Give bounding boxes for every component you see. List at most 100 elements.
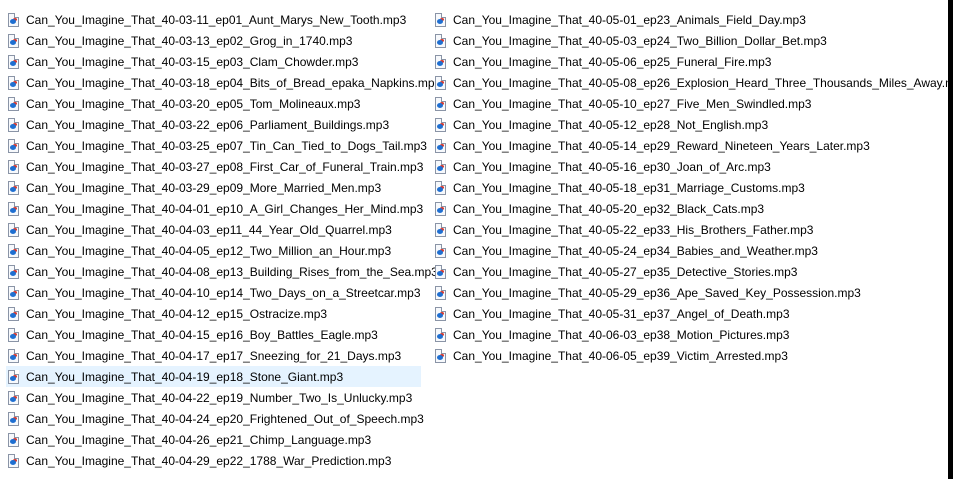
file-column-1: Can_You_Imagine_That_40-03-11_ep01_Aunt_… xyxy=(6,9,441,471)
audio-file-icon xyxy=(435,96,446,111)
file-item[interactable]: Can_You_Imagine_That_40-05-29_ep36_Ape_S… xyxy=(433,282,945,303)
audio-file-icon xyxy=(8,180,19,195)
file-item[interactable]: Can_You_Imagine_That_40-04-10_ep14_Two_D… xyxy=(6,282,421,303)
file-item[interactable]: Can_You_Imagine_That_40-04-17_ep17_Sneez… xyxy=(6,345,421,366)
audio-file-icon xyxy=(8,432,19,447)
file-item[interactable]: Can_You_Imagine_That_40-03-20_ep05_Tom_M… xyxy=(6,93,421,114)
audio-file-icon xyxy=(435,75,446,90)
audio-file-icon xyxy=(8,264,19,279)
file-name: Can_You_Imagine_That_40-06-05_ep39_Victi… xyxy=(453,348,788,363)
file-item[interactable]: Can_You_Imagine_That_40-05-22_ep33_His_B… xyxy=(433,219,945,240)
file-name: Can_You_Imagine_That_40-04-12_ep15_Ostra… xyxy=(26,306,328,321)
file-item[interactable]: Can_You_Imagine_That_40-05-20_ep32_Black… xyxy=(433,198,945,219)
file-item[interactable]: Can_You_Imagine_That_40-06-05_ep39_Victi… xyxy=(433,345,945,366)
audio-file-icon xyxy=(435,222,446,237)
file-name: Can_You_Imagine_That_40-05-14_ep29_Rewar… xyxy=(453,138,870,153)
audio-file-icon xyxy=(8,369,19,384)
file-list-pane: Can_You_Imagine_That_40-03-11_ep01_Aunt_… xyxy=(0,0,953,479)
file-item[interactable]: Can_You_Imagine_That_40-04-24_ep20_Frigh… xyxy=(6,408,424,429)
file-item[interactable]: Can_You_Imagine_That_40-04-22_ep19_Numbe… xyxy=(6,387,421,408)
audio-file-icon xyxy=(435,159,446,174)
file-name: Can_You_Imagine_That_40-05-12_ep28_Not_E… xyxy=(453,117,769,132)
audio-file-icon xyxy=(435,243,446,258)
file-name: Can_You_Imagine_That_40-04-19_ep18_Stone… xyxy=(26,369,344,384)
file-item[interactable]: Can_You_Imagine_That_40-03-18_ep04_Bits_… xyxy=(6,72,441,93)
file-item[interactable]: Can_You_Imagine_That_40-04-26_ep21_Chimp… xyxy=(6,429,421,450)
file-item[interactable]: Can_You_Imagine_That_40-05-12_ep28_Not_E… xyxy=(433,114,945,135)
file-item[interactable]: Can_You_Imagine_That_40-04-08_ep13_Build… xyxy=(6,261,438,282)
file-item[interactable]: Can_You_Imagine_That_40-05-18_ep31_Marri… xyxy=(433,177,945,198)
file-name: Can_You_Imagine_That_40-05-16_ep30_Joan_… xyxy=(453,159,771,174)
audio-file-icon xyxy=(8,96,19,111)
file-name: Can_You_Imagine_That_40-05-31_ep37_Angel… xyxy=(453,306,790,321)
audio-file-icon xyxy=(8,453,19,468)
file-column-2: Can_You_Imagine_That_40-05-01_ep23_Anima… xyxy=(433,9,953,366)
file-item[interactable]: Can_You_Imagine_That_40-05-14_ep29_Rewar… xyxy=(433,135,945,156)
file-name: Can_You_Imagine_That_40-03-25_ep07_Tin_C… xyxy=(26,138,427,153)
file-name: Can_You_Imagine_That_40-05-01_ep23_Anima… xyxy=(453,12,806,27)
audio-file-icon xyxy=(435,201,446,216)
file-item[interactable]: Can_You_Imagine_That_40-05-01_ep23_Anima… xyxy=(433,9,945,30)
file-name: Can_You_Imagine_That_40-04-15_ep16_Boy_B… xyxy=(26,327,378,342)
file-item[interactable]: Can_You_Imagine_That_40-05-10_ep27_Five_… xyxy=(433,93,945,114)
audio-file-icon xyxy=(8,12,19,27)
audio-file-icon xyxy=(8,285,19,300)
file-name: Can_You_Imagine_That_40-04-29_ep22_1788_… xyxy=(26,453,392,468)
audio-file-icon xyxy=(435,54,446,69)
file-name: Can_You_Imagine_That_40-03-27_ep08_First… xyxy=(26,159,424,174)
audio-file-icon xyxy=(435,180,446,195)
audio-file-icon xyxy=(8,75,19,90)
file-name: Can_You_Imagine_That_40-05-03_ep24_Two_B… xyxy=(453,33,827,48)
audio-file-icon xyxy=(435,285,446,300)
file-item[interactable]: Can_You_Imagine_That_40-05-06_ep25_Funer… xyxy=(433,51,945,72)
file-item[interactable]: Can_You_Imagine_That_40-04-03_ep11_44_Ye… xyxy=(6,219,421,240)
window-edge xyxy=(948,0,953,479)
file-item[interactable]: Can_You_Imagine_That_40-04-01_ep10_A_Gir… xyxy=(6,198,424,219)
file-name: Can_You_Imagine_That_40-05-29_ep36_Ape_S… xyxy=(453,285,861,300)
audio-file-icon xyxy=(8,159,19,174)
audio-file-icon xyxy=(435,327,446,342)
file-item[interactable]: Can_You_Imagine_That_40-03-25_ep07_Tin_C… xyxy=(6,135,427,156)
file-item[interactable]: Can_You_Imagine_That_40-05-31_ep37_Angel… xyxy=(433,303,945,324)
audio-file-icon xyxy=(8,33,19,48)
file-item[interactable]: Can_You_Imagine_That_40-03-13_ep02_Grog_… xyxy=(6,30,421,51)
audio-file-icon xyxy=(435,33,446,48)
file-item[interactable]: Can_You_Imagine_That_40-03-15_ep03_Clam_… xyxy=(6,51,421,72)
audio-file-icon xyxy=(8,306,19,321)
audio-file-icon xyxy=(8,222,19,237)
audio-file-icon xyxy=(435,117,446,132)
file-name: Can_You_Imagine_That_40-04-05_ep12_Two_M… xyxy=(26,243,392,258)
file-name: Can_You_Imagine_That_40-04-22_ep19_Numbe… xyxy=(26,390,413,405)
file-name: Can_You_Imagine_That_40-05-20_ep32_Black… xyxy=(453,201,765,216)
file-item[interactable]: Can_You_Imagine_That_40-03-27_ep08_First… xyxy=(6,156,424,177)
file-item[interactable]: Can_You_Imagine_That_40-04-15_ep16_Boy_B… xyxy=(6,324,421,345)
audio-file-icon xyxy=(8,117,19,132)
file-name: Can_You_Imagine_That_40-03-15_ep03_Clam_… xyxy=(26,54,359,69)
file-name: Can_You_Imagine_That_40-05-10_ep27_Five_… xyxy=(453,96,812,111)
file-name: Can_You_Imagine_That_40-04-03_ep11_44_Ye… xyxy=(26,222,392,237)
file-item[interactable]: Can_You_Imagine_That_40-05-08_ep26_Explo… xyxy=(433,72,953,93)
file-item[interactable]: Can_You_Imagine_That_40-03-11_ep01_Aunt_… xyxy=(6,9,421,30)
file-name: Can_You_Imagine_That_40-03-13_ep02_Grog_… xyxy=(26,33,353,48)
file-item[interactable]: Can_You_Imagine_That_40-06-03_ep38_Motio… xyxy=(433,324,945,345)
file-item[interactable]: Can_You_Imagine_That_40-03-22_ep06_Parli… xyxy=(6,114,421,135)
file-item[interactable]: Can_You_Imagine_That_40-05-24_ep34_Babie… xyxy=(433,240,945,261)
file-item[interactable]: Can_You_Imagine_That_40-04-19_ep18_Stone… xyxy=(6,366,421,387)
file-item[interactable]: Can_You_Imagine_That_40-05-03_ep24_Two_B… xyxy=(433,30,945,51)
file-name: Can_You_Imagine_That_40-04-26_ep21_Chimp… xyxy=(26,432,372,447)
file-name: Can_You_Imagine_That_40-04-24_ep20_Frigh… xyxy=(26,411,424,426)
audio-file-icon xyxy=(8,348,19,363)
file-item[interactable]: Can_You_Imagine_That_40-03-29_ep09_More_… xyxy=(6,177,421,198)
audio-file-icon xyxy=(8,138,19,153)
file-item[interactable]: Can_You_Imagine_That_40-04-05_ep12_Two_M… xyxy=(6,240,421,261)
audio-file-icon xyxy=(8,411,19,426)
file-name: Can_You_Imagine_That_40-03-20_ep05_Tom_M… xyxy=(26,96,361,111)
file-name: Can_You_Imagine_That_40-05-18_ep31_Marri… xyxy=(453,180,805,195)
file-item[interactable]: Can_You_Imagine_That_40-04-12_ep15_Ostra… xyxy=(6,303,421,324)
file-item[interactable]: Can_You_Imagine_That_40-05-16_ep30_Joan_… xyxy=(433,156,945,177)
file-name: Can_You_Imagine_That_40-05-06_ep25_Funer… xyxy=(453,54,772,69)
file-item[interactable]: Can_You_Imagine_That_40-04-29_ep22_1788_… xyxy=(6,450,421,471)
audio-file-icon xyxy=(435,348,446,363)
file-item[interactable]: Can_You_Imagine_That_40-05-27_ep35_Detec… xyxy=(433,261,945,282)
file-name: Can_You_Imagine_That_40-04-01_ep10_A_Gir… xyxy=(26,201,424,216)
